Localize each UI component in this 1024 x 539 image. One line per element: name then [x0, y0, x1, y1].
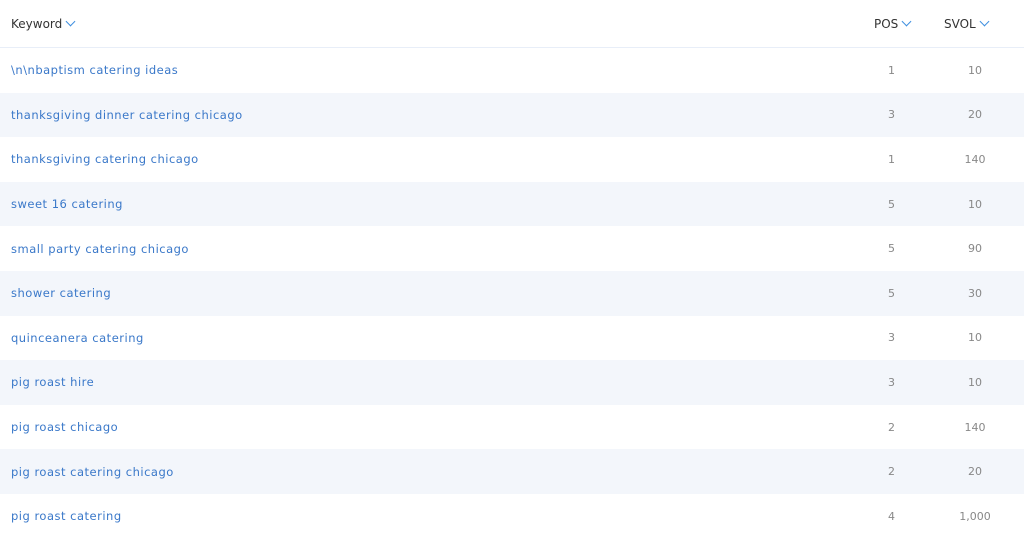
keyword-link[interactable]: pig roast hire [0, 375, 874, 389]
pos-value: 3 [888, 108, 895, 122]
svol-value: 140 [964, 152, 986, 166]
svol-value: 20 [968, 108, 982, 122]
pos-value: 4 [888, 509, 895, 523]
table-header: Keyword POS SVOL [0, 0, 1024, 48]
table-row: pig roast catering chicago 2 20 [0, 449, 1024, 494]
svol-value: 10 [968, 375, 982, 389]
column-label-keyword: Keyword [11, 16, 63, 31]
keyword-link[interactable]: sweet 16 catering [0, 197, 874, 211]
table-row: pig roast catering 4 1,000 [0, 494, 1024, 539]
pos-value: 1 [888, 63, 895, 77]
table-row: pig roast chicago 2 140 [0, 405, 1024, 450]
table-row: quinceanera catering 3 10 [0, 316, 1024, 361]
svol-value: 10 [968, 197, 982, 211]
svol-value: 30 [968, 286, 982, 300]
keyword-link[interactable]: pig roast chicago [0, 420, 874, 434]
table-row: small party catering chicago 5 90 [0, 226, 1024, 271]
column-header-keyword[interactable]: Keyword [0, 17, 874, 31]
keyword-link[interactable]: pig roast catering [0, 509, 874, 523]
pos-value: 2 [888, 465, 895, 479]
keyword-link[interactable]: small party catering chicago [0, 242, 874, 256]
pos-value: 2 [888, 420, 895, 434]
table-row: \n\nbaptism catering ideas 1 10 [0, 48, 1024, 93]
svol-value: 10 [968, 63, 982, 77]
table-row: thanksgiving dinner catering chicago 3 2… [0, 92, 1024, 138]
chevron-down-icon[interactable] [65, 16, 76, 27]
column-header-svol[interactable]: SVOL [944, 17, 1024, 31]
column-header-pos[interactable]: POS [874, 17, 944, 31]
keyword-link[interactable]: quinceanera catering [0, 331, 874, 345]
svol-value: 20 [968, 465, 982, 479]
pos-value: 5 [888, 197, 895, 211]
keyword-link[interactable]: \n\nbaptism catering ideas [0, 63, 874, 77]
pos-value: 1 [888, 152, 895, 166]
keyword-link[interactable]: pig roast catering chicago [0, 465, 874, 479]
chevron-down-icon[interactable] [901, 16, 912, 27]
pos-value: 5 [888, 286, 895, 300]
column-label-pos: POS [874, 16, 899, 31]
keyword-link[interactable]: thanksgiving dinner catering chicago [0, 108, 874, 122]
pos-value: 5 [888, 242, 895, 256]
keyword-link[interactable]: thanksgiving catering chicago [0, 152, 874, 166]
table-row: thanksgiving catering chicago 1 140 [0, 137, 1024, 182]
svol-value: 90 [968, 242, 982, 256]
chevron-down-icon[interactable] [979, 16, 990, 27]
svol-value: 10 [968, 331, 982, 345]
svol-value: 140 [964, 420, 986, 434]
svol-value: 1,000 [959, 509, 991, 523]
pos-value: 3 [888, 375, 895, 389]
keyword-table: Keyword POS SVOL \n\nbaptism catering id… [0, 0, 1024, 539]
keyword-link[interactable]: shower catering [0, 286, 874, 300]
table-row: pig roast hire 3 10 [0, 360, 1024, 405]
column-label-svol: SVOL [944, 16, 976, 31]
table-row: sweet 16 catering 5 10 [0, 181, 1024, 227]
table-row: shower catering 5 30 [0, 270, 1024, 316]
pos-value: 3 [888, 331, 895, 345]
